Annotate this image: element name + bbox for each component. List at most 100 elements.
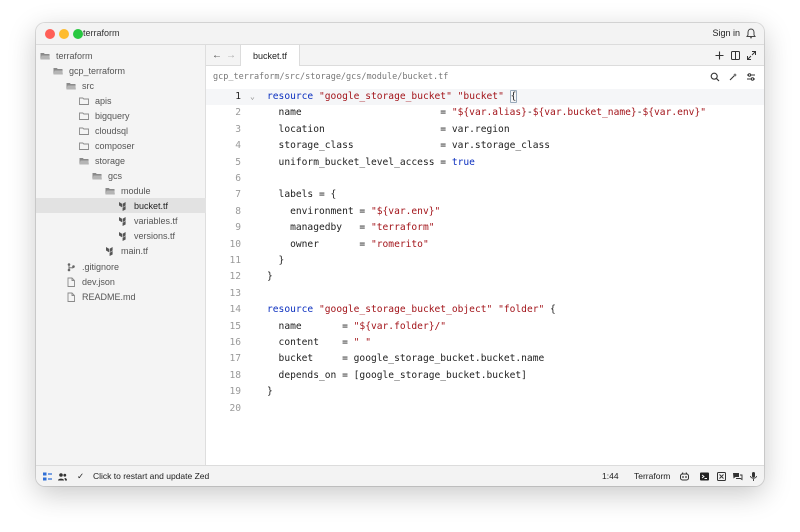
breadcrumb[interactable]: gcp_terraform/src/storage/gcs/module/buc… (213, 72, 448, 82)
code-token: owner = (267, 238, 371, 250)
close-window-button[interactable] (45, 29, 55, 39)
folder-icon (79, 97, 89, 105)
code-line[interactable]: 11 } (206, 253, 764, 269)
status-bar: ✓ Click to restart and update Zed 1:44 T… (36, 465, 764, 486)
tree-item[interactable]: terraform (36, 48, 206, 63)
code-token: bucket = google_storage_bucket.bucket.na… (267, 353, 545, 365)
copilot-icon[interactable] (679, 471, 690, 482)
tree-item[interactable]: bucket.tf (36, 198, 206, 213)
split-pane-icon[interactable] (730, 50, 741, 61)
folder-icon (79, 142, 89, 150)
code-line[interactable]: 18 depends_on = [google_storage_bucket.b… (206, 368, 764, 384)
code-line[interactable]: 5 uniform_bucket_level_access = true (206, 155, 764, 171)
code-line[interactable]: 15 name = "${var.folder}/" (206, 319, 764, 335)
string-token: "${var.folder}/" (353, 320, 447, 332)
tree-item[interactable]: src (36, 78, 206, 93)
string-token: "bucket" (457, 91, 504, 102)
minimize-window-button[interactable] (59, 29, 69, 39)
tree-item[interactable]: storage (36, 153, 206, 168)
line-number: 4 (235, 140, 241, 152)
line-number: 1 (235, 91, 241, 102)
go-back-icon[interactable]: ← (212, 50, 222, 61)
tree-item-label: README.md (82, 291, 136, 302)
terraform-file-icon (119, 216, 126, 226)
code-text: owner = "romerito" (267, 237, 429, 253)
update-message[interactable]: Click to restart and update Zed (93, 471, 209, 481)
code-line[interactable]: 19} (206, 384, 764, 400)
code-token: labels = { (267, 189, 337, 201)
folder-open-icon (66, 82, 76, 89)
code-text: environment = "${var.env}" (267, 204, 440, 220)
zoom-window-button[interactable] (73, 29, 83, 39)
chat-icon[interactable] (732, 471, 743, 482)
string-token: " " (353, 337, 371, 348)
microphone-icon[interactable] (748, 471, 759, 482)
tree-item[interactable]: gcs (36, 168, 206, 183)
string-token: ${var.env}" (642, 107, 707, 119)
assistant-icon[interactable] (716, 471, 727, 482)
tree-item-label: versions.tf (134, 230, 176, 241)
keyword-token: resource (267, 91, 314, 102)
code-line[interactable]: 7 labels = { (206, 187, 764, 203)
code-line[interactable]: 14 resource "google_storage_bucket_object… (206, 302, 764, 318)
code-text: content = " " (267, 335, 371, 351)
code-line[interactable]: 13 (206, 286, 764, 302)
code-line[interactable]: 8 environment = "${var.env}" (206, 204, 764, 220)
sign-in-button[interactable]: Sign in (712, 28, 740, 38)
line-number: 16 (229, 337, 241, 348)
maximize-icon[interactable] (746, 50, 757, 61)
code-line[interactable]: 16 content = " " (206, 335, 764, 351)
keyword-token: true (451, 156, 475, 168)
cursor-position[interactable]: 1:44 (602, 471, 619, 481)
code-line[interactable]: 17 bucket = google_storage_bucket.bucket… (206, 351, 764, 367)
tab-bucket-tf[interactable]: bucket.tf (240, 45, 300, 67)
tree-item[interactable]: bigquery (36, 108, 206, 123)
tree-item[interactable]: versions.tf (36, 228, 206, 243)
code-text: managedby = "terraform" (267, 220, 435, 236)
code-line[interactable]: 3 location = var.region (206, 122, 764, 138)
code-line[interactable]: 6 (206, 171, 764, 187)
go-forward-icon[interactable]: → (226, 50, 236, 61)
sliders-icon[interactable] (746, 72, 756, 82)
tree-item[interactable]: module (36, 183, 206, 198)
code-line[interactable]: 10 owner = "romerito" (206, 237, 764, 253)
code-line[interactable]: 12} (206, 269, 764, 285)
line-number: 11 (229, 255, 241, 266)
code-token: managedby = (267, 222, 371, 234)
string-token: "terraform" (370, 222, 435, 234)
plus-icon[interactable] (714, 50, 725, 61)
code-token: } (267, 386, 273, 398)
code-line[interactable]: 20 (206, 401, 764, 417)
tree-item[interactable]: apis (36, 93, 206, 108)
code-line[interactable]: 2 name = "${var.alias}-${var.bucket_name… (206, 105, 764, 121)
code-line[interactable]: 4 storage_class = var.storage_class (206, 138, 764, 154)
string-token: "folder" (498, 304, 545, 316)
tree-item-label: storage (95, 155, 126, 166)
line-number: 15 (229, 320, 241, 332)
language-selector[interactable]: Terraform (634, 471, 670, 481)
tree-item[interactable]: main.tf (36, 243, 206, 258)
code-line[interactable]: 9 managedby = "terraform" (206, 220, 764, 236)
terraform-file-icon (106, 246, 113, 256)
tree-item[interactable]: gcp_terraform (36, 63, 206, 78)
string-token: "${var.alias} (451, 107, 527, 119)
tree-item[interactable]: .gitignore (36, 259, 206, 274)
terminal-icon[interactable] (699, 471, 710, 482)
code-line[interactable]: 1 ⌄ resource "google_storage_bucket" "buck… (206, 89, 764, 106)
search-icon[interactable] (710, 72, 720, 82)
tree-item[interactable]: README.md (36, 289, 206, 304)
bell-icon[interactable] (746, 28, 756, 40)
code-text: } (267, 253, 285, 269)
collaborators-icon[interactable] (57, 471, 68, 482)
string-token: "romerito" (370, 238, 429, 250)
tree-item[interactable]: composer (36, 138, 206, 153)
tree-item[interactable]: cloudsql (36, 123, 206, 138)
project-panel-toggle-icon[interactable] (42, 471, 53, 482)
fold-chevron-icon[interactable]: ⌄ (250, 89, 255, 105)
code-editor[interactable]: 1 ⌄ resource "google_storage_bucket" "buck… (206, 88, 764, 465)
project-title[interactable]: terraform (83, 28, 120, 38)
tree-item[interactable]: variables.tf (36, 213, 206, 228)
sparkle-assist-icon[interactable] (728, 72, 738, 82)
line-number: 13 (229, 287, 241, 299)
tree-item[interactable]: dev.json (36, 274, 206, 289)
